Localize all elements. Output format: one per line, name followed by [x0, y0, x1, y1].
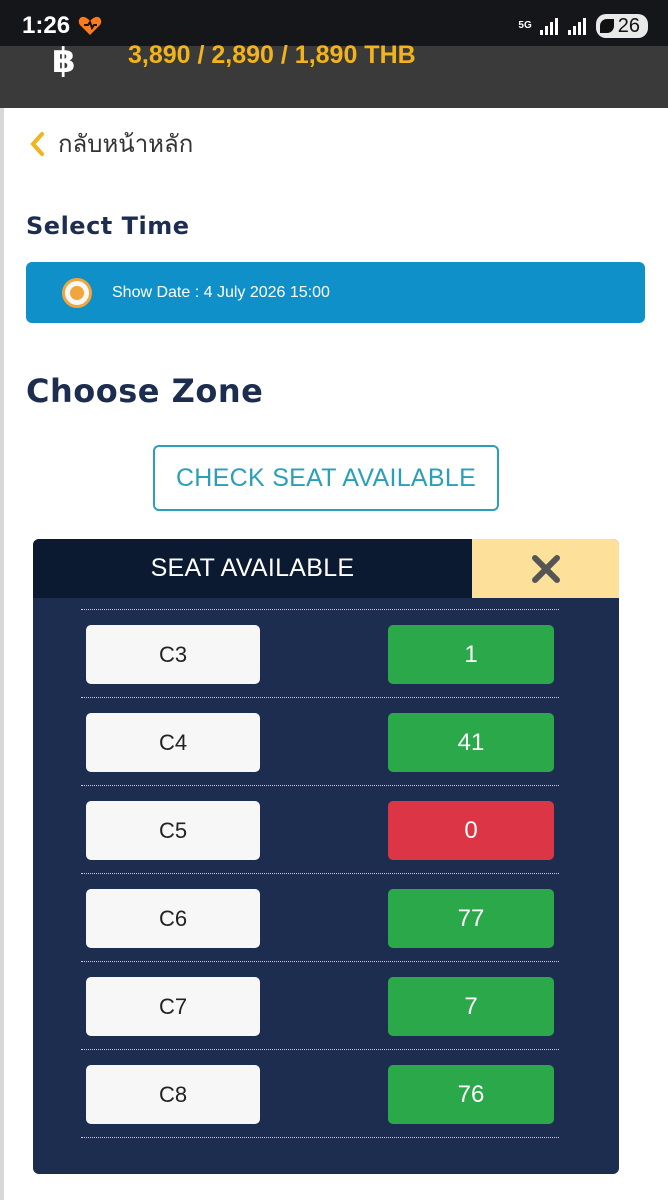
heart-icon — [78, 16, 102, 35]
show-date-option[interactable]: Show Date : 4 July 2026 15:00 — [26, 262, 645, 323]
back-link-label: กลับหน้าหลัก — [58, 130, 194, 158]
battery-level: 26 — [617, 14, 640, 37]
panel-header: SEAT AVAILABLE — [33, 539, 619, 598]
choose-zone-heading: Choose Zone — [26, 372, 264, 410]
row-divider — [81, 1049, 559, 1050]
status-icons: 5G 26 — [518, 14, 648, 38]
page-edge — [0, 108, 4, 1200]
radio-selected-icon[interactable] — [62, 277, 92, 308]
zone-label: C5 — [86, 801, 260, 860]
panel-title: SEAT AVAILABLE — [33, 539, 472, 598]
seat-row: C6 77 — [33, 875, 619, 963]
signal-icon-2 — [567, 18, 586, 35]
seat-list[interactable]: C3 1 C4 41 C5 0 C6 77 C7 7 C8 76 — [33, 598, 619, 1174]
seat-row — [33, 598, 619, 611]
zone-label: C4 — [86, 713, 260, 772]
status-time: 1:26 — [22, 12, 71, 39]
network-type: 5G — [518, 20, 532, 31]
seat-count-badge: 0 — [388, 801, 554, 860]
row-divider — [81, 961, 559, 962]
row-divider — [81, 1137, 559, 1138]
seat-count-badge: 41 — [388, 713, 554, 772]
chevron-left-icon — [30, 131, 44, 156]
row-divider — [81, 697, 559, 698]
price-header: ฿ 3,890 / 2,890 / 1,890 THB — [0, 41, 668, 108]
close-button[interactable] — [472, 539, 619, 598]
seat-count-badge: 1 — [388, 625, 554, 684]
seat-row: C4 41 — [33, 699, 619, 787]
check-seat-available-button[interactable]: CHECK SEAT AVAILABLE — [153, 445, 499, 511]
price-text: 3,890 / 2,890 / 1,890 THB — [128, 41, 416, 69]
seat-row: C5 0 — [33, 787, 619, 875]
signal-icon — [539, 18, 558, 35]
select-time-heading: Select Time — [26, 212, 190, 240]
close-icon — [531, 554, 560, 583]
zone-label: C8 — [86, 1065, 260, 1124]
row-divider — [81, 609, 559, 610]
seat-count-badge: 76 — [388, 1065, 554, 1124]
battery-saver-icon — [599, 19, 614, 33]
row-divider — [81, 873, 559, 874]
seat-count-badge: 7 — [388, 977, 554, 1036]
zone-label: C6 — [86, 889, 260, 948]
show-date-label: Show Date : 4 July 2026 15:00 — [112, 283, 330, 301]
seat-row: C3 1 — [33, 611, 619, 699]
status-bar: 1:26 5G 26 — [0, 0, 668, 46]
seat-row: C8 76 — [33, 1051, 619, 1139]
row-divider — [81, 785, 559, 786]
baht-icon: ฿ — [52, 41, 76, 81]
zone-label: C7 — [86, 977, 260, 1036]
zone-label: C3 — [86, 625, 260, 684]
seat-available-panel: SEAT AVAILABLE C3 1 C4 41 C5 0 C6 77 C7 7 C8 76 — [33, 539, 619, 1174]
battery-indicator: 26 — [595, 14, 648, 38]
seat-count-badge: 77 — [388, 889, 554, 948]
seat-row: C7 7 — [33, 963, 619, 1051]
back-link[interactable]: กลับหน้าหลัก — [28, 124, 193, 163]
